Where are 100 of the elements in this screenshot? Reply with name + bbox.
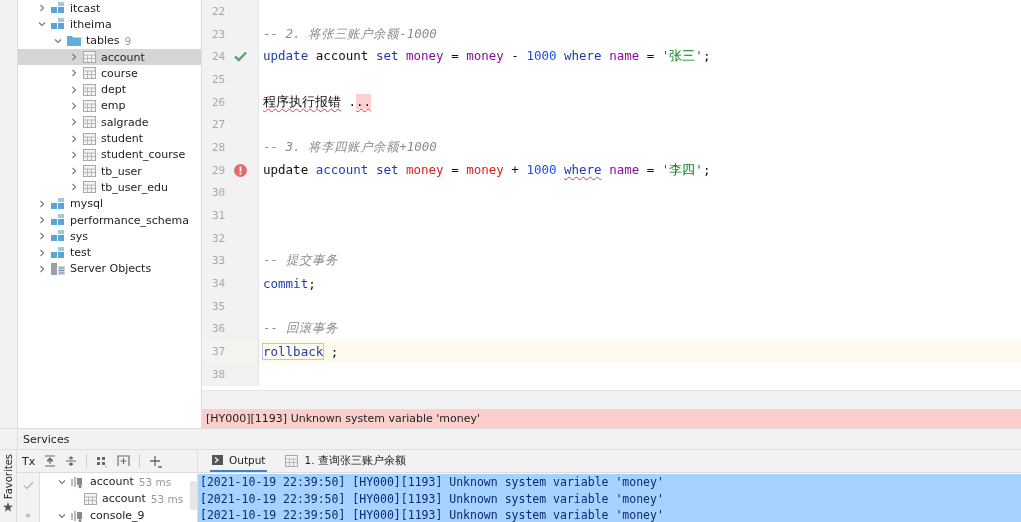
tree-item[interactable]: salgrade	[18, 114, 201, 131]
chevron-icon[interactable]	[58, 477, 66, 486]
line-number: 34	[212, 277, 227, 291]
panel-title: Services	[22, 432, 70, 446]
service-label: account	[102, 492, 146, 505]
execution-time: 53 ms	[150, 492, 184, 505]
tree-label: salgrade	[101, 115, 149, 129]
tree-label: student	[101, 132, 144, 145]
table-icon	[83, 99, 96, 112]
line-number: 31	[212, 209, 227, 223]
code-line: update account set money = money + 1000 where name = '李四';	[263, 161, 711, 177]
line-number: 28	[212, 140, 227, 154]
tree-item[interactable]: tb_user_edu	[18, 179, 201, 196]
tree-item[interactable]: Server Objects	[18, 260, 201, 278]
tree-label: Server Objects	[70, 262, 152, 276]
schema-icon	[51, 2, 65, 15]
line-number: 35	[212, 299, 227, 313]
execution-time: 53 ms	[138, 475, 172, 488]
tree-item[interactable]: test	[18, 244, 201, 261]
code-line: -- 3. 将李四账户余额+1000	[263, 138, 437, 154]
add-frame-icon[interactable]	[117, 455, 131, 467]
tree-item[interactable]: mysql	[18, 195, 201, 212]
tree-item[interactable]: tb_user	[18, 162, 201, 180]
service-label: console_9	[90, 509, 145, 522]
code-line: 程序执行报错 ...	[263, 93, 372, 109]
tree-label: tb_user	[101, 164, 142, 178]
collapse-all-icon[interactable]	[65, 455, 78, 467]
service-item[interactable]: account 53 ms	[40, 473, 190, 490]
tree-item[interactable]: emp	[18, 97, 201, 115]
line-number: 29	[212, 163, 227, 177]
session-icon	[71, 509, 85, 522]
tree-label: emp	[101, 99, 126, 113]
session-icon	[71, 475, 85, 488]
tree-item[interactable]: student	[18, 130, 201, 147]
tree-label: mysql	[70, 197, 103, 211]
check-icon[interactable]	[22, 481, 34, 490]
tree-label: performance_schema	[70, 213, 189, 227]
tree-label: sys	[70, 229, 88, 243]
favorites-tab[interactable]: Favorites	[0, 450, 17, 522]
table-icon	[83, 51, 96, 64]
table-icon	[83, 132, 96, 145]
schema-icon	[51, 18, 65, 31]
line-number: 37	[212, 345, 227, 359]
service-item[interactable]: console_9	[40, 507, 190, 522]
add-icon[interactable]	[149, 454, 163, 468]
tree-item[interactable]: account	[18, 48, 201, 66]
tree-label: dept	[101, 83, 127, 97]
line-number: 38	[212, 367, 227, 381]
item-count: 9	[124, 34, 132, 47]
star-icon	[3, 502, 13, 512]
expand-all-icon[interactable]	[44, 455, 57, 467]
table-icon	[83, 116, 96, 129]
service-item[interactable]: account 53 ms	[40, 490, 190, 507]
tree-item[interactable]: course	[18, 65, 201, 82]
console-icon	[212, 455, 223, 465]
line-number: 22	[212, 4, 227, 18]
tree-label: account	[101, 50, 145, 64]
group-icon[interactable]	[96, 455, 109, 467]
tree-item[interactable]: student_course	[18, 146, 201, 163]
line-number: 32	[212, 231, 227, 245]
table-icon	[83, 67, 96, 80]
line-number: 25	[212, 72, 227, 86]
line-number: 24	[212, 50, 227, 64]
tree-item[interactable]: itheima	[18, 16, 201, 33]
line-number: 27	[212, 118, 227, 132]
chevron-icon[interactable]	[58, 511, 66, 520]
service-label: account	[90, 475, 134, 488]
table-icon	[285, 455, 299, 467]
code-line: -- 回滚事务	[263, 320, 338, 336]
error-message: [HY000][1193] Unknown system variable 'money'	[202, 409, 1021, 428]
line-number: 30	[212, 186, 227, 200]
schema-icon	[51, 246, 65, 259]
output-tab[interactable]: 1. 查询张三账户余额	[283, 450, 408, 472]
scrollbar[interactable]	[190, 481, 197, 510]
table-icon	[83, 83, 96, 96]
table-icon	[83, 181, 96, 194]
line-number: 33	[212, 254, 227, 268]
tree-label: tables	[86, 34, 120, 48]
tree-label: student_course	[101, 148, 186, 162]
table-icon	[83, 165, 96, 178]
tree-item[interactable]: tables 9	[18, 32, 201, 49]
table-icon	[83, 148, 96, 161]
tree-label: tb_user_edu	[101, 180, 168, 194]
schema-icon	[51, 230, 65, 243]
tree-item[interactable]: performance_schema	[18, 211, 201, 229]
output-tab[interactable]: Output	[210, 450, 268, 472]
tree-item[interactable]: itcast	[18, 0, 201, 17]
transaction-button[interactable]: Tx	[22, 454, 36, 468]
tree-label: itheima	[70, 17, 112, 31]
code-line: update account set money = money - 1000 where name = '张三';	[263, 48, 711, 64]
code-line: -- 提交事务	[263, 252, 338, 268]
schema-icon	[51, 197, 65, 210]
tree-label: course	[101, 66, 138, 80]
code-line: commit;	[263, 276, 316, 292]
tree-item[interactable]: sys	[18, 228, 201, 245]
line-number: 36	[212, 322, 227, 336]
server-objects-icon	[51, 262, 65, 275]
tree-label: itcast	[70, 1, 101, 15]
code-line: -- 2. 将张三账户余额-1000	[263, 25, 437, 41]
tree-item[interactable]: dept	[18, 81, 201, 98]
